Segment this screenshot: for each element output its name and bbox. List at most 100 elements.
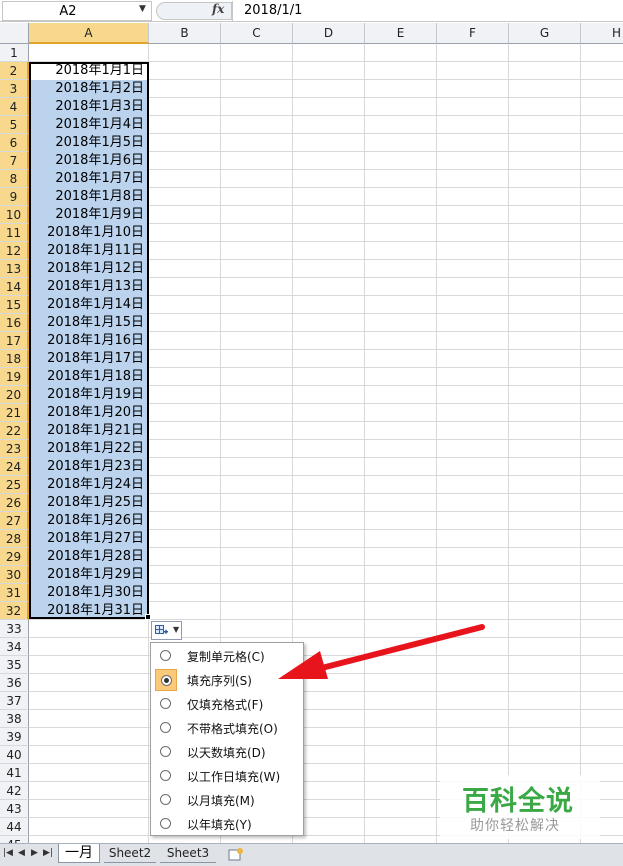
prev-sheet-icon[interactable]: ◀ [18,848,25,858]
row-header[interactable]: 10 [0,206,29,224]
radio-icon[interactable] [160,698,171,709]
row-header[interactable]: 8 [0,170,29,188]
row-header[interactable]: 14 [0,278,29,296]
cell-a8[interactable]: 2018年1月7日 [29,170,147,188]
row-header[interactable]: 28 [0,530,29,548]
cell-a5[interactable]: 2018年1月4日 [29,116,147,134]
column-header-e[interactable]: E [365,23,437,44]
row-header[interactable]: 20 [0,386,29,404]
row-header[interactable]: 4 [0,98,29,116]
cell-a32[interactable]: 2018年1月31日 [29,602,147,620]
row-header[interactable]: 33 [0,620,29,638]
row-header[interactable]: 7 [0,152,29,170]
cell-a18[interactable]: 2018年1月17日 [29,350,147,368]
cell-a17[interactable]: 2018年1月16日 [29,332,147,350]
radio-icon[interactable] [160,794,171,805]
row-header[interactable]: 15 [0,296,29,314]
row-header[interactable]: 25 [0,476,29,494]
next-sheet-icon[interactable]: ▶ [31,848,38,858]
autofill-option[interactable]: 仅填充格式(F) [153,692,301,716]
column-header-c[interactable]: C [221,23,293,44]
cell-a24[interactable]: 2018年1月23日 [29,458,147,476]
sheet-tab-active[interactable]: 一月 [58,844,100,863]
row-header[interactable]: 11 [0,224,29,242]
row-header[interactable]: 35 [0,656,29,674]
row-header[interactable]: 37 [0,692,29,710]
radio-icon[interactable] [160,650,171,661]
cell-a25[interactable]: 2018年1月24日 [29,476,147,494]
row-header[interactable]: 18 [0,350,29,368]
row-header[interactable]: 31 [0,584,29,602]
row-header[interactable]: 26 [0,494,29,512]
column-header-d[interactable]: D [293,23,365,44]
radio-icon[interactable] [160,818,171,829]
row-header[interactable]: 6 [0,134,29,152]
cell-a29[interactable]: 2018年1月28日 [29,548,147,566]
cell-a16[interactable]: 2018年1月15日 [29,314,147,332]
row-header[interactable]: 9 [0,188,29,206]
cell-a13[interactable]: 2018年1月12日 [29,260,147,278]
row-header[interactable]: 29 [0,548,29,566]
row-header[interactable]: 38 [0,710,29,728]
cell-a19[interactable]: 2018年1月18日 [29,368,147,386]
cell-a12[interactable]: 2018年1月11日 [29,242,147,260]
row-header[interactable]: 12 [0,242,29,260]
row-header[interactable]: 43 [0,800,29,818]
last-sheet-icon[interactable]: ▶| [43,848,53,858]
cell-a9[interactable]: 2018年1月8日 [29,188,147,206]
cell-a6[interactable]: 2018年1月5日 [29,134,147,152]
fx-icon[interactable]: fx [212,2,224,16]
row-header[interactable]: 24 [0,458,29,476]
worksheet-grid[interactable]: ABCDEFGH 1 2 3 4 5 6 7 8 9 10 11 12 13 14 15 16 17 18 19 20… [0,23,623,843]
row-header[interactable]: 5 [0,116,29,134]
autofill-options-button[interactable]: ▼ [151,621,182,640]
cell-a4[interactable]: 2018年1月3日 [29,98,147,116]
column-header-f[interactable]: F [437,23,509,44]
cell-a10[interactable]: 2018年1月9日 [29,206,147,224]
radio-icon[interactable] [160,722,171,733]
row-header[interactable]: 32 [0,602,29,620]
row-header[interactable]: 1 [0,44,29,62]
cell-a26[interactable]: 2018年1月25日 [29,494,147,512]
autofill-option[interactable]: 以月填充(M) [153,788,301,812]
row-header[interactable]: 19 [0,368,29,386]
row-header[interactable]: 22 [0,422,29,440]
autofill-option[interactable]: 不带格式填充(O) [153,716,301,740]
row-header[interactable]: 39 [0,728,29,746]
column-header-b[interactable]: B [149,23,221,44]
cell-a22[interactable]: 2018年1月21日 [29,422,147,440]
select-all-corner[interactable] [0,23,29,44]
cell-a21[interactable]: 2018年1月20日 [29,404,147,422]
row-header[interactable]: 40 [0,746,29,764]
cell-a20[interactable]: 2018年1月19日 [29,386,147,404]
row-header[interactable]: 42 [0,782,29,800]
radio-icon[interactable] [161,675,172,686]
row-header[interactable]: 2 [0,62,29,80]
cell-a14[interactable]: 2018年1月13日 [29,278,147,296]
row-header[interactable]: 44 [0,818,29,836]
row-header[interactable]: 36 [0,674,29,692]
insert-sheet-icon[interactable] [228,847,244,861]
dropdown-arrow-icon[interactable]: ▼ [139,4,146,14]
column-header-a[interactable]: A [29,23,149,44]
row-header[interactable]: 23 [0,440,29,458]
sheet-tab-sheet2[interactable]: Sheet2 [104,844,156,863]
cell-a27[interactable]: 2018年1月26日 [29,512,147,530]
cell-a3[interactable]: 2018年1月2日 [29,80,147,98]
cell-a15[interactable]: 2018年1月14日 [29,296,147,314]
cell-a11[interactable]: 2018年1月10日 [29,224,147,242]
radio-icon[interactable] [160,770,171,781]
row-header[interactable]: 45 [0,836,29,843]
row-header[interactable]: 16 [0,314,29,332]
cell-a23[interactable]: 2018年1月22日 [29,440,147,458]
row-header[interactable]: 27 [0,512,29,530]
cell-a2[interactable]: 2018年1月1日 [29,62,147,80]
cell-a28[interactable]: 2018年1月27日 [29,530,147,548]
row-header[interactable]: 34 [0,638,29,656]
autofill-option[interactable]: 以天数填充(D) [153,740,301,764]
cell-a7[interactable]: 2018年1月6日 [29,152,147,170]
autofill-option[interactable]: 以工作日填充(W) [153,764,301,788]
column-header-h[interactable]: H [581,23,623,44]
autofill-option[interactable]: 以年填充(Y) [153,812,301,836]
cell-a31[interactable]: 2018年1月30日 [29,584,147,602]
